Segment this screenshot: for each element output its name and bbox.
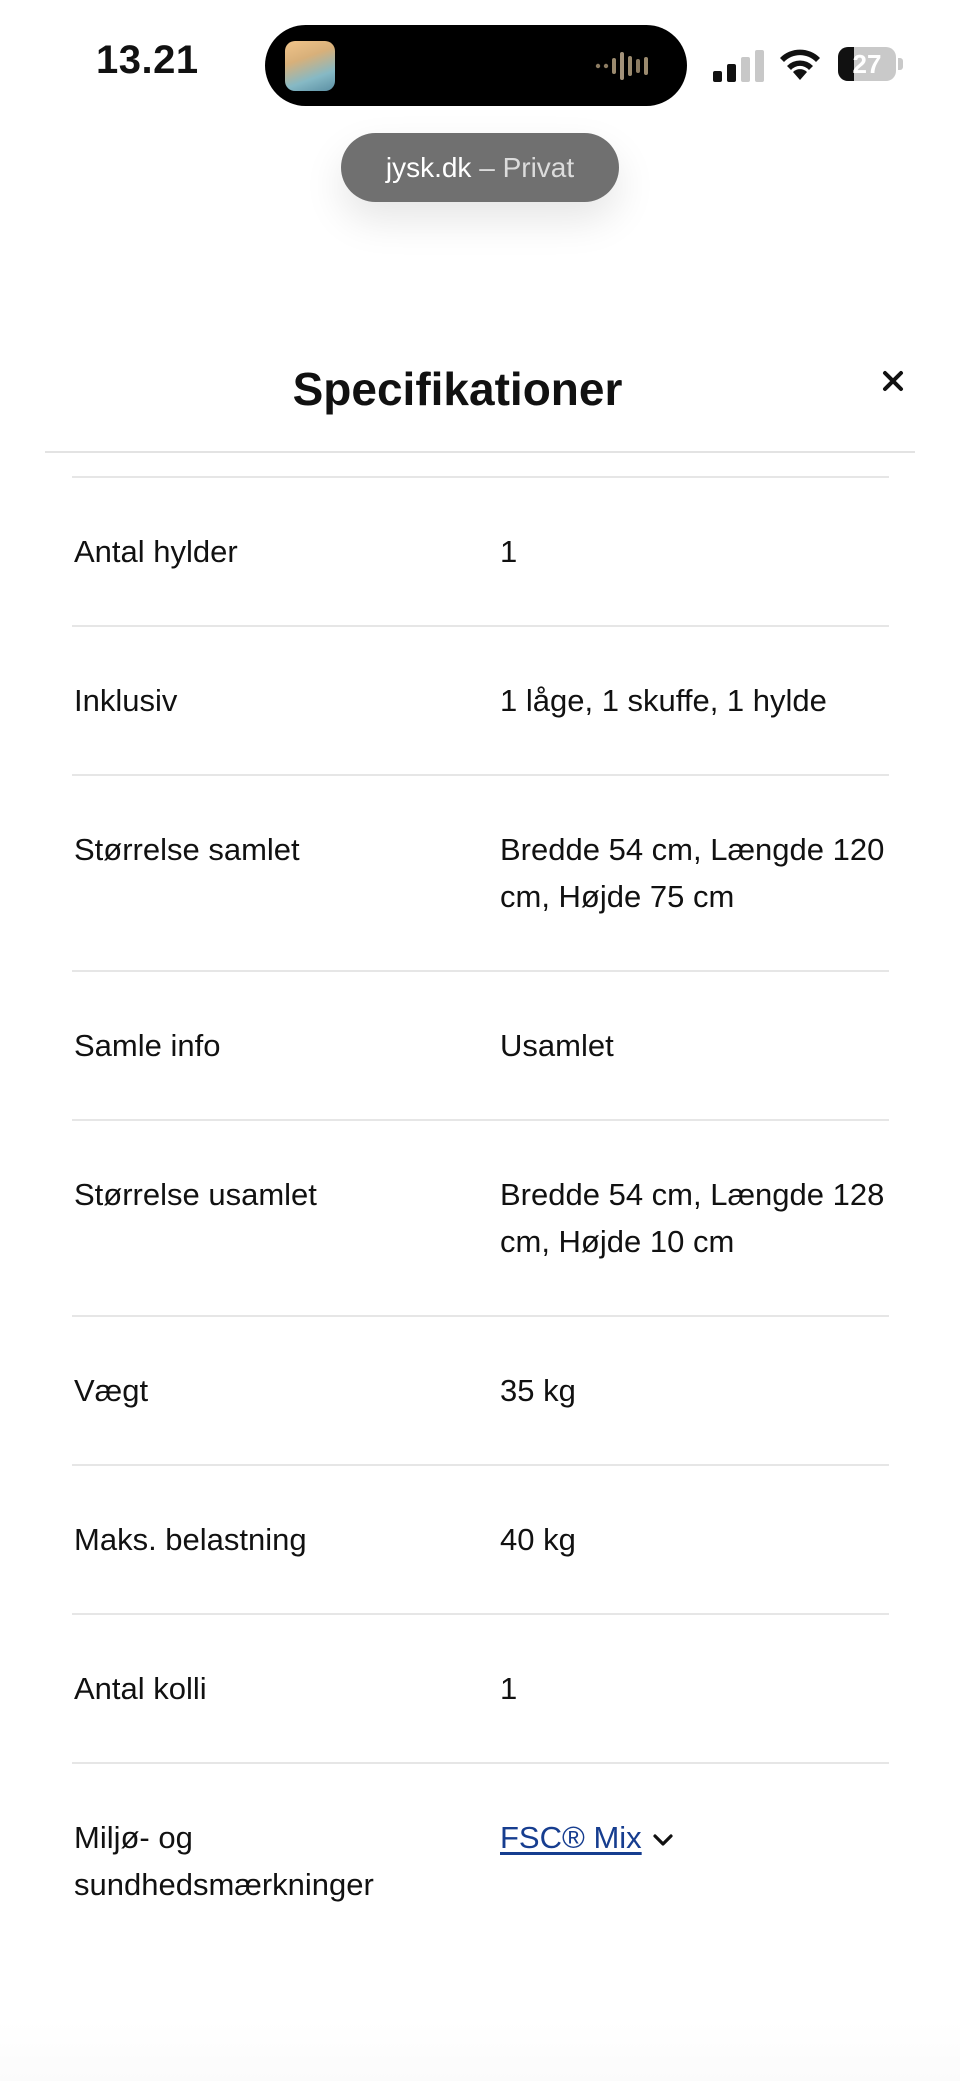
dynamic-island[interactable] (265, 25, 687, 106)
url-browsing-mode: Privat (502, 152, 575, 183)
spec-row: Antal hylder 1 (72, 476, 889, 625)
spec-row: Størrelse samlet Bredde 54 cm, Længde 12… (72, 774, 889, 970)
spec-label: Størrelse usamlet (74, 1177, 317, 1212)
spec-value: 1 (500, 1671, 518, 1706)
spec-value: 1 (500, 534, 518, 569)
battery-icon: 27 (838, 47, 904, 81)
spec-row: Vægt 35 kg (72, 1315, 889, 1464)
spec-label: Samle info (74, 1028, 221, 1063)
wifi-icon (780, 49, 820, 80)
spec-row: Antal kolli 1 (72, 1613, 889, 1762)
close-icon[interactable] (876, 364, 910, 398)
spec-row: Inklusiv 1 låge, 1 skuffe, 1 hylde (72, 625, 889, 774)
fsc-mix-link[interactable]: FSC® Mix (500, 1820, 642, 1855)
url-domain: jysk.dk (385, 152, 472, 183)
spec-label: Størrelse samlet (74, 832, 300, 867)
spec-label: Vægt (74, 1373, 149, 1408)
spec-value: 35 kg (500, 1373, 576, 1408)
spec-value-certification: FSC® Mix (500, 1814, 889, 1861)
spec-label: Antal hylder (74, 534, 238, 569)
spec-row: Størrelse usamlet Bredde 54 cm, Længde 1… (72, 1119, 889, 1315)
now-playing-thumbnail (285, 41, 335, 91)
spec-label: Antal kolli (74, 1671, 207, 1706)
audio-waveform-icon (595, 52, 648, 80)
cellular-signal-icon (713, 50, 764, 82)
modal-title: Specifikationer (292, 363, 623, 415)
spec-value: Usamlet (500, 1028, 614, 1063)
spec-row: Samle info Usamlet (72, 970, 889, 1119)
spec-value: 40 kg (500, 1522, 576, 1557)
header-divider (45, 451, 915, 453)
spec-value: Bredde 54 cm, Længde 120 cm, Højde 75 cm (500, 832, 885, 914)
spec-list: Antal hylder 1 Inklusiv 1 låge, 1 skuffe… (72, 476, 889, 1958)
spec-row: Maks. belastning 40 kg (72, 1464, 889, 1613)
spec-value: Bredde 54 cm, Længde 128 cm, Højde 10 cm (500, 1177, 885, 1259)
screen: 13.21 27 jysk.dk – Privat Specifikatione… (0, 0, 960, 2081)
spec-row: Miljø- og sundhedsmærkninger FSC® Mix (72, 1762, 889, 1958)
url-separator: – (479, 152, 495, 183)
spec-label: Inklusiv (74, 683, 178, 718)
spec-label: Maks. belastning (74, 1522, 307, 1557)
url-pill[interactable]: jysk.dk – Privat (341, 133, 619, 202)
battery-level: 27 (852, 49, 882, 79)
chevron-down-icon[interactable] (652, 1832, 674, 1848)
status-time: 13.21 (96, 38, 199, 82)
bottom-fade (0, 2021, 960, 2081)
spec-value: 1 låge, 1 skuffe, 1 hylde (500, 683, 827, 718)
spec-label: Miljø- og sundhedsmærkninger (74, 1820, 374, 1902)
